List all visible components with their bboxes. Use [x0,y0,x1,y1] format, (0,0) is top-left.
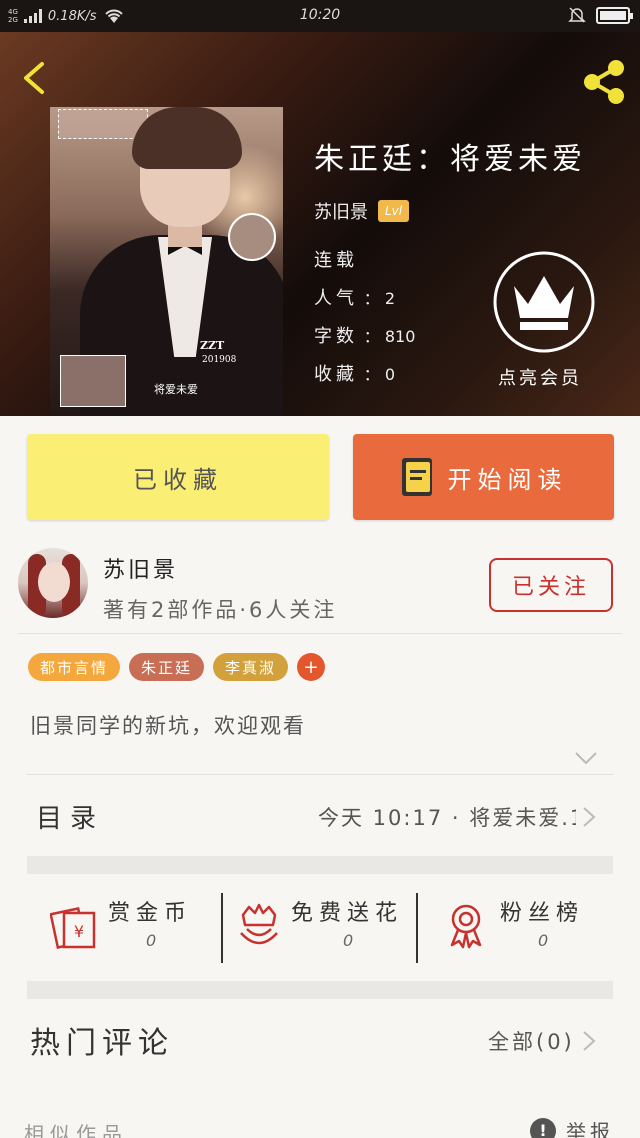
battery-icon [596,6,633,24]
cover-title: 将爱未爱 [154,383,198,396]
favorites-value: 0 [384,365,396,384]
author-avatar[interactable] [18,548,88,618]
word-count-row: 字数 ： 810 [314,326,416,347]
flower-icon [240,903,278,945]
clock: 10:20 [299,7,341,23]
start-reading-button[interactable]: 开始阅读 [353,434,614,520]
vertical-divider [416,893,418,963]
follow-label: 已关注 [511,575,590,600]
favorites-label: 收藏 [314,364,358,385]
tag-item[interactable]: 朱正廷 [129,653,205,681]
chevron-down-icon[interactable] [574,750,598,766]
divider [18,633,622,634]
section-separator [27,856,613,874]
add-tag-button[interactable]: + [297,653,326,681]
fans-label: 粉丝榜 [500,901,585,926]
popularity-row: 人气 ： 2 [314,288,396,309]
reward-coins-button[interactable]: ¥ 赏金币 0 [50,893,210,963]
ribbon-medal-icon [450,904,482,949]
report-icon[interactable]: ! [530,1118,556,1138]
favorites-row: 收藏 ： 0 [314,364,396,385]
back-icon[interactable] [16,58,56,98]
author-stats: 著有2部作品·6人关注 [103,598,338,622]
tag-item[interactable]: 李真淑 [213,653,289,681]
status-bar: 4G 2G 0.18K/s 10:20 [0,0,640,32]
book-cover[interactable]: ZZT 201908 将爱未爱 [50,107,283,416]
report-button[interactable]: 举报 [566,1116,614,1138]
words-label: 字数 [314,326,358,347]
words-value: 810 [384,327,416,346]
reward-value: 0 [146,931,157,950]
book-status: 连载 [314,246,358,272]
book-author-row: 苏旧景 Lvl [314,198,410,224]
popularity-value: 2 [384,289,396,308]
reward-label: 赏金币 [108,901,193,926]
follow-button[interactable]: 已关注 [489,558,613,612]
chevron-right-icon[interactable] [582,806,596,828]
cover-watermark: ZZT [200,339,225,352]
hot-comments-label: 热门评论 [30,1026,174,1061]
flower-value: 0 [343,931,354,950]
status-right [568,6,633,24]
all-comments-link[interactable]: 全部(0) [488,1026,575,1056]
book-icon [401,458,432,496]
svg-text:¥: ¥ [74,922,84,941]
collected-label: 已收藏 [133,465,223,494]
chevron-right-icon[interactable] [582,1030,596,1052]
share-icon[interactable] [578,56,630,108]
cover-circle-inset [228,213,276,261]
book-header: ZZT 201908 将爱未爱 朱正廷：将爱未爱 苏旧景 Lvl 连载 人气 ：… [0,32,640,416]
level-badge: Lvl [378,200,410,222]
tag-item[interactable]: 都市言情 [28,653,121,681]
divider [27,774,613,775]
toc-label[interactable]: 目录 [36,798,104,835]
start-reading-label: 开始阅读 [447,465,568,494]
section-separator [27,981,613,999]
book-title: 朱正廷：将爱未爱 [314,142,586,177]
collected-button[interactable]: 已收藏 [27,434,329,520]
toc-latest-chapter[interactable]: 今天 10:17 · 将爱未爱.1 [318,802,576,832]
book-description: 旧景同学的新坑，欢迎观看 [30,714,306,738]
flower-label: 免费送花 [291,901,404,926]
book-author[interactable]: 苏旧景 [314,198,368,224]
cover-frame-bottom [60,355,126,407]
vertical-divider [221,893,223,963]
red-envelope-icon: ¥ [50,906,96,949]
free-flower-button[interactable]: 免费送花 0 [235,893,410,963]
author-name[interactable]: 苏旧景 [103,552,178,584]
vip-label[interactable]: 点亮会员 [498,364,582,390]
mute-bell-icon [568,7,586,23]
tag-list: 都市言情 朱正廷 李真淑 + [28,653,326,681]
fans-ranking-button[interactable]: 粉丝榜 0 [444,893,604,963]
crown-icon[interactable] [492,250,596,354]
cover-date: 201908 [202,355,237,365]
similar-works-label: 相似作品 [24,1122,128,1138]
popularity-label: 人气 [314,288,358,309]
fans-value: 0 [538,931,549,950]
status-text: 连载 [314,250,358,271]
